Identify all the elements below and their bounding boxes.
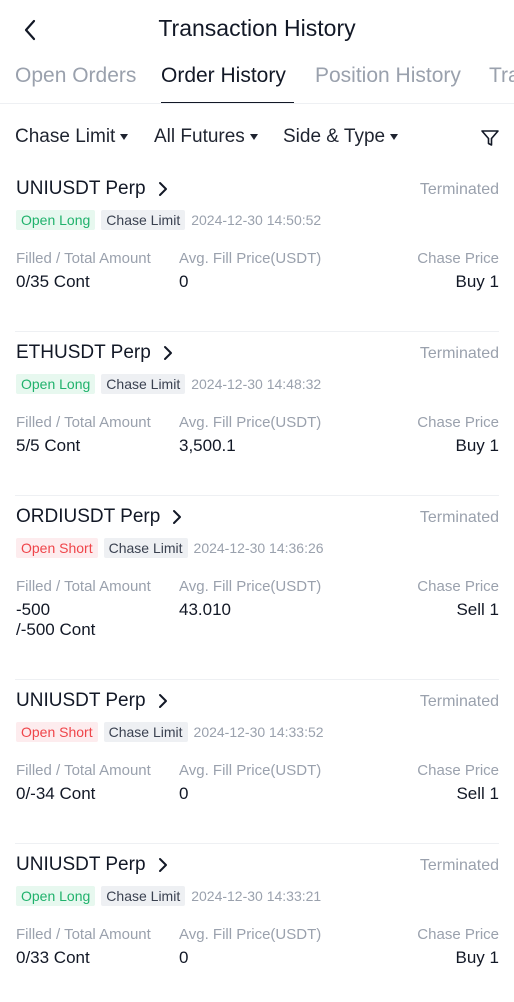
- order-card: UNIUSDT Perp Terminated Open Long Chase …: [15, 168, 499, 332]
- filter-bar: Chase Limit All Futures Side & Type: [0, 104, 514, 168]
- avg-fill-price-label: Avg. Fill Price(USDT): [179, 762, 322, 779]
- filled-amount-value: 0/33 Cont: [16, 948, 90, 967]
- type-badge: Chase Limit: [103, 722, 188, 742]
- order-tags: Open Long Chase Limit 2024-12-30 14:33:2…: [16, 886, 321, 906]
- chase-price-label: Chase Price: [417, 578, 499, 595]
- order-card: UNIUSDT Perp Terminated Open Short Chase…: [15, 680, 499, 844]
- order-symbol: UNIUSDT Perp: [16, 690, 146, 711]
- order-symbol-link[interactable]: UNIUSDT Perp: [16, 690, 170, 712]
- filter-side-type[interactable]: Side & Type: [283, 126, 399, 148]
- tab-position-history[interactable]: Position History: [315, 64, 461, 88]
- type-badge: Chase Limit: [101, 210, 186, 230]
- avg-fill-price-value: 3,500.1: [179, 436, 236, 455]
- chevron-left-icon: [24, 19, 36, 41]
- caret-down-icon: [120, 134, 129, 140]
- tab-bar: Open Orders Order History Position Histo…: [0, 60, 514, 104]
- filled-amount-label: Filled / Total Amount: [16, 414, 151, 431]
- order-tags: Open Short Chase Limit 2024-12-30 14:36:…: [16, 538, 324, 558]
- order-status: Terminated: [419, 693, 499, 710]
- order-status: Terminated: [419, 181, 499, 198]
- order-time: 2024-12-30 14:33:21: [191, 888, 322, 904]
- chevron-right-icon: [158, 694, 167, 708]
- order-tags: Open Long Chase Limit 2024-12-30 14:50:5…: [16, 210, 321, 230]
- order-card: ORDIUSDT Perp Terminated Open Short Chas…: [15, 496, 499, 680]
- type-badge: Chase Limit: [101, 886, 186, 906]
- chase-price-label: Chase Price: [417, 762, 499, 779]
- chase-price-label: Chase Price: [417, 250, 499, 267]
- order-tags: Open Short Chase Limit 2024-12-30 14:33:…: [16, 722, 324, 742]
- order-symbol: UNIUSDT Perp: [16, 178, 146, 199]
- order-status: Terminated: [419, 345, 499, 362]
- order-status: Terminated: [419, 509, 499, 526]
- filled-amount-value: 0/-34 Cont: [16, 784, 96, 803]
- chevron-right-icon: [158, 858, 167, 872]
- header: Transaction History: [0, 0, 514, 60]
- chevron-right-icon: [158, 182, 167, 196]
- avg-fill-price-value: 0: [179, 948, 189, 967]
- order-symbol-link[interactable]: ETHUSDT Perp: [16, 342, 175, 364]
- avg-fill-price-value: 0: [179, 784, 189, 803]
- chase-price-value: Buy 1: [455, 948, 499, 967]
- filled-amount-value: 0/35 Cont: [16, 272, 90, 291]
- order-symbol: UNIUSDT Perp: [16, 854, 146, 875]
- side-badge: Open Short: [16, 722, 98, 742]
- filled-amount-label: Filled / Total Amount: [16, 762, 151, 779]
- filter-icon[interactable]: [480, 128, 500, 148]
- chase-price-value: Buy 1: [455, 436, 499, 455]
- order-symbol: ORDIUSDT Perp: [16, 506, 161, 527]
- filter-futures-label: All Futures: [154, 126, 245, 147]
- order-symbol: ETHUSDT Perp: [16, 342, 151, 363]
- filled-amount-label: Filled / Total Amount: [16, 578, 151, 595]
- order-card: ETHUSDT Perp Terminated Open Long Chase …: [15, 332, 499, 496]
- tab-order-history[interactable]: Order History: [161, 64, 286, 88]
- order-time: 2024-12-30 14:48:32: [191, 376, 322, 392]
- order-list: UNIUSDT Perp Terminated Open Long Chase …: [0, 168, 514, 1002]
- side-badge: Open Long: [16, 374, 96, 394]
- filled-amount-label: Filled / Total Amount: [16, 250, 151, 267]
- order-symbol-link[interactable]: UNIUSDT Perp: [16, 854, 170, 876]
- type-badge: Chase Limit: [101, 374, 186, 394]
- caret-down-icon: [249, 134, 258, 140]
- chase-price-value: Buy 1: [455, 272, 499, 291]
- avg-fill-price-label: Avg. Fill Price(USDT): [179, 926, 322, 943]
- back-button[interactable]: [14, 14, 46, 46]
- caret-down-icon: [390, 134, 399, 140]
- avg-fill-price-label: Avg. Fill Price(USDT): [179, 578, 322, 595]
- order-status: Terminated: [419, 857, 499, 874]
- order-tags: Open Long Chase Limit 2024-12-30 14:48:3…: [16, 374, 321, 394]
- side-badge: Open Long: [16, 210, 96, 230]
- filter-order-type[interactable]: Chase Limit: [15, 126, 129, 148]
- order-card: UNIUSDT Perp Terminated Open Long Chase …: [15, 844, 499, 1002]
- avg-fill-price-value: 43.010: [179, 600, 231, 619]
- page-title: Transaction History: [158, 15, 356, 41]
- chase-price-value: Sell 1: [456, 600, 499, 619]
- order-time: 2024-12-30 14:33:52: [193, 724, 324, 740]
- filled-amount-value: -500/-500 Cont: [16, 600, 96, 639]
- type-badge: Chase Limit: [103, 538, 188, 558]
- tab-transaction[interactable]: Tra: [489, 64, 514, 88]
- side-badge: Open Short: [16, 538, 98, 558]
- chase-price-label: Chase Price: [417, 414, 499, 431]
- avg-fill-price-label: Avg. Fill Price(USDT): [179, 250, 322, 267]
- avg-fill-price-label: Avg. Fill Price(USDT): [179, 414, 322, 431]
- chevron-right-icon: [173, 510, 182, 524]
- chevron-right-icon: [163, 346, 172, 360]
- order-time: 2024-12-30 14:36:26: [193, 540, 324, 556]
- avg-fill-price-value: 0: [179, 272, 189, 291]
- order-symbol-link[interactable]: ORDIUSDT Perp: [16, 506, 184, 528]
- filled-amount-value: 5/5 Cont: [16, 436, 81, 455]
- order-time: 2024-12-30 14:50:52: [191, 212, 322, 228]
- order-symbol-link[interactable]: UNIUSDT Perp: [16, 178, 170, 200]
- side-badge: Open Long: [16, 886, 96, 906]
- filter-futures[interactable]: All Futures: [154, 126, 258, 148]
- tab-open-orders[interactable]: Open Orders: [15, 64, 136, 88]
- filter-order-type-label: Chase Limit: [15, 126, 116, 147]
- chase-price-label: Chase Price: [417, 926, 499, 943]
- filled-amount-label: Filled / Total Amount: [16, 926, 151, 943]
- filter-side-type-label: Side & Type: [283, 126, 386, 147]
- chase-price-value: Sell 1: [456, 784, 499, 803]
